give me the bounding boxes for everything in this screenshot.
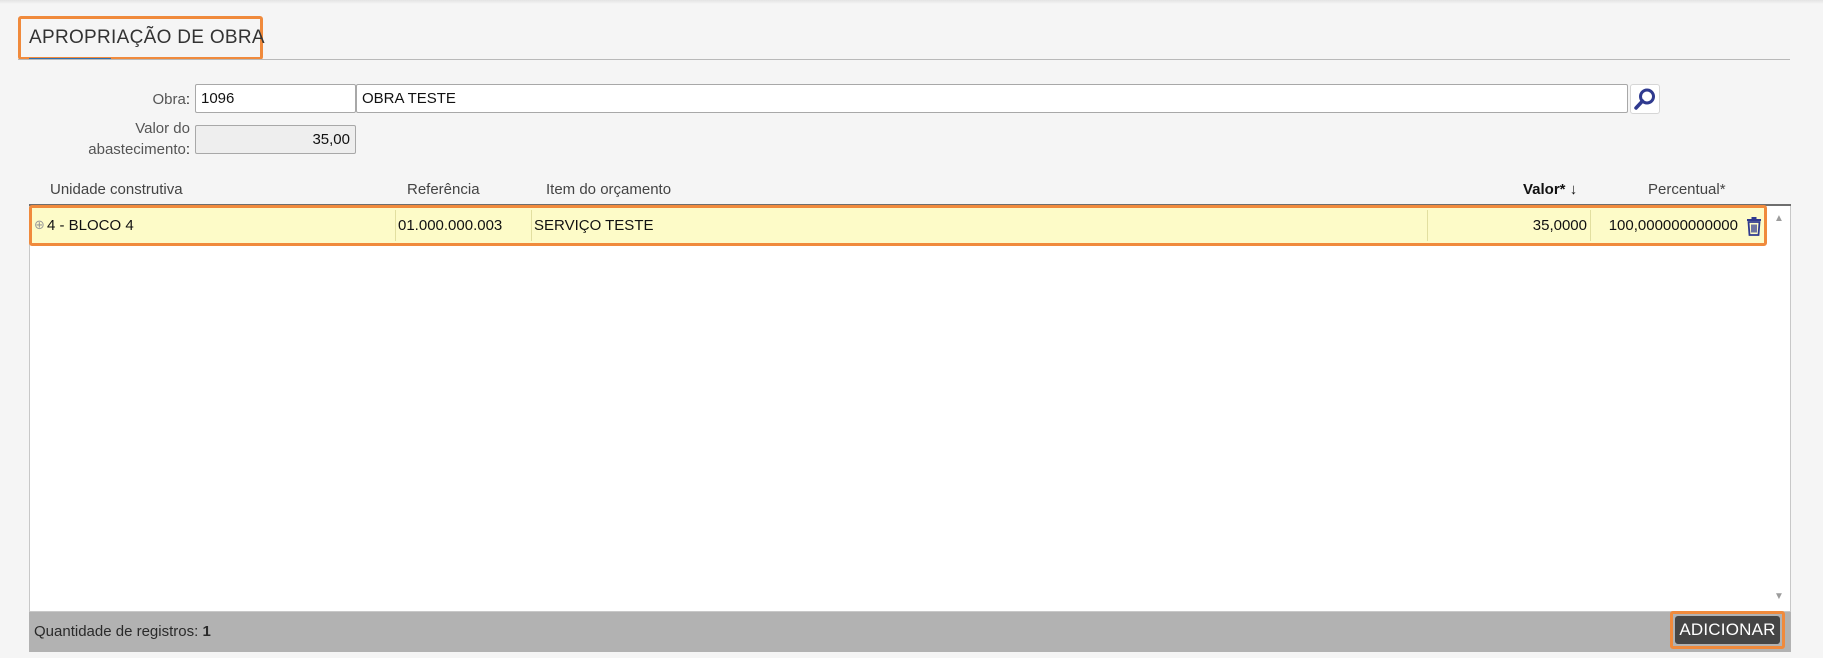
table-row[interactable]: ⊕ 4 - BLOCO 4 01.000.000.003 SERVIÇO TES… [29, 205, 1767, 246]
column-header-item[interactable]: Item do orçamento [546, 181, 671, 198]
valor-label-line2: abastecimento [88, 141, 186, 158]
valor-label-line1: Valor do [135, 120, 190, 137]
cell-divider [531, 210, 532, 241]
trash-icon[interactable] [1744, 216, 1764, 236]
column-header-valor[interactable]: Valor* ↓ [1523, 181, 1577, 198]
section-title: APROPRIAÇÃO DE OBRA [29, 27, 265, 48]
record-count: Quantidade de registros: 1 [34, 623, 211, 640]
magnifier-icon [1634, 88, 1655, 110]
cell-percentual: 100,000000000000 [1608, 217, 1738, 234]
cell-referencia: 01.000.000.003 [398, 217, 503, 234]
scroll-up-arrow[interactable]: ▲ [1772, 214, 1786, 224]
cell-item: SERVIÇO TESTE [534, 217, 654, 234]
cell-unidade: 4 - BLOCO 4 [47, 217, 134, 234]
scroll-down-arrow[interactable]: ▼ [1772, 592, 1786, 602]
cell-divider [1590, 210, 1591, 241]
column-header-unidade[interactable]: Unidade construtiva [50, 181, 183, 198]
valor-label-line2-wrap: abastecimento: [88, 141, 190, 158]
column-header-referencia[interactable]: Referência [407, 181, 480, 198]
top-shadow [0, 0, 1823, 4]
valor-label: Valor do abastecimento: [40, 118, 190, 160]
valor-abastecimento-input[interactable]: 35,00 [195, 125, 356, 154]
header-divider [18, 59, 1790, 60]
column-header-valor-label: Valor* [1523, 181, 1566, 198]
record-count-value: 1 [202, 623, 211, 640]
cell-divider [1427, 210, 1428, 241]
grid-footer: Quantidade de registros: 1 [29, 612, 1791, 652]
record-count-label: Quantidade de registros: [34, 623, 199, 640]
expand-icon[interactable]: ⊕ [34, 218, 46, 231]
grid-header: Unidade construtiva Referência Item do o… [30, 178, 1790, 204]
obra-code-input[interactable]: 1096 [195, 84, 356, 113]
obra-name-input[interactable]: OBRA TESTE [356, 84, 1628, 113]
grid-body [29, 204, 1791, 612]
add-button[interactable]: ADICIONAR [1675, 616, 1780, 644]
cell-divider [395, 210, 396, 241]
cell-valor: 35,0000 [1532, 217, 1587, 234]
obra-label: Obra: [152, 91, 190, 108]
sort-desc-icon: ↓ [1569, 181, 1578, 198]
search-button[interactable] [1630, 84, 1660, 114]
column-header-percentual[interactable]: Percentual* [1648, 181, 1726, 198]
